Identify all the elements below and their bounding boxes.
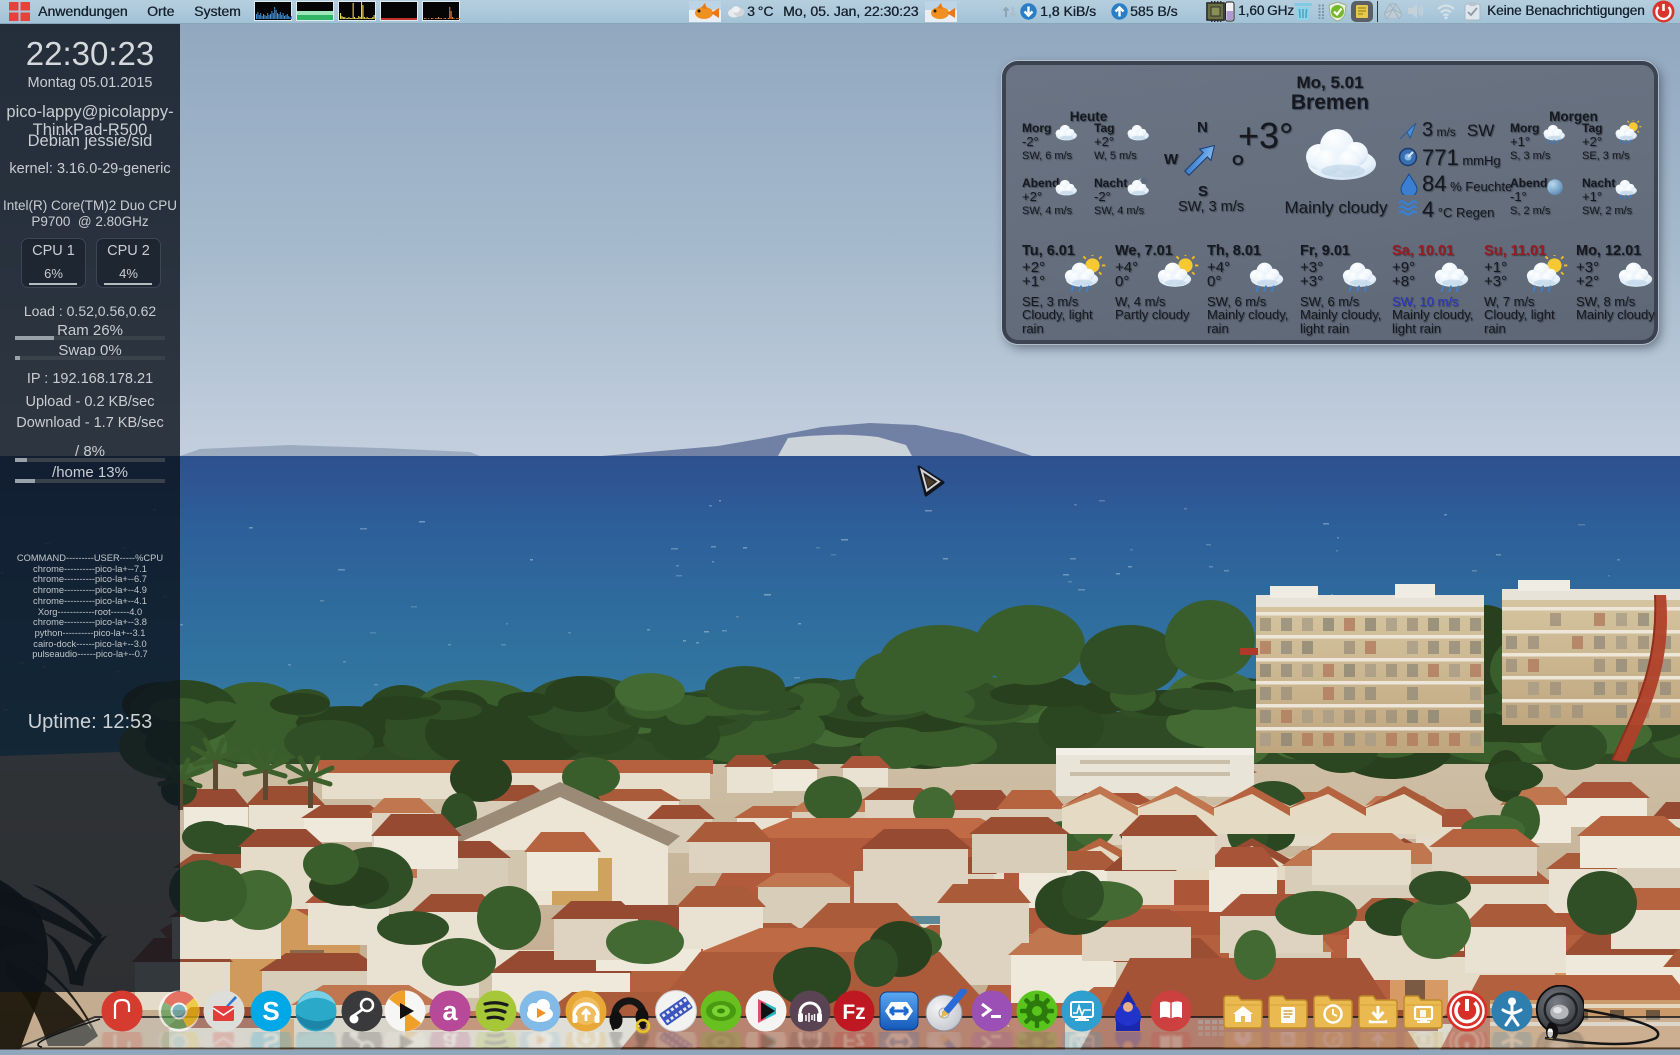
svg-text:S: S: [262, 996, 279, 1026]
svg-text:Fz: Fz: [842, 1032, 865, 1048]
svg-text:a: a: [442, 1032, 458, 1048]
svg-text:Fz: Fz: [842, 1001, 865, 1024]
svg-text:a: a: [442, 996, 458, 1026]
svg-text:S: S: [262, 1032, 279, 1048]
